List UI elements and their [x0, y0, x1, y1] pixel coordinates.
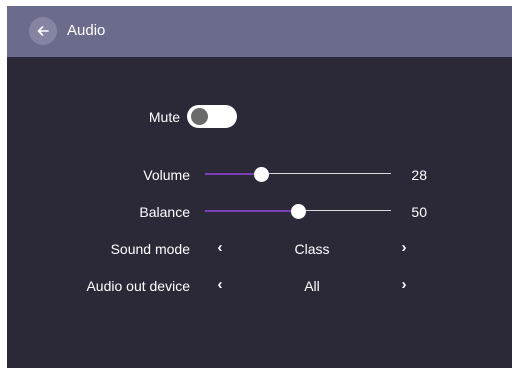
slider-fill: [205, 210, 298, 212]
mute-label: Mute: [148, 109, 180, 125]
audio-out-value: All: [304, 278, 320, 294]
toggle-knob: [191, 108, 208, 125]
slider-fill: [205, 173, 261, 175]
sound-mode-value: Class: [294, 241, 330, 257]
sound-mode-label: Sound mode: [110, 241, 190, 257]
balance-label: Balance: [139, 204, 190, 220]
slider-thumb[interactable]: [253, 167, 269, 182]
arrow-left-icon: [37, 26, 49, 36]
audio-out-label: Audio out device: [86, 278, 190, 294]
slider-thumb[interactable]: [291, 204, 306, 219]
mute-toggle[interactable]: [187, 105, 237, 128]
volume-value: 28: [411, 167, 427, 183]
header-bar: Audio: [7, 6, 512, 57]
back-button[interactable]: [29, 17, 57, 45]
audio-settings-panel: Audio Mute Volume 28 Balance 50 Sound mo…: [7, 6, 512, 368]
sound-mode-next-button[interactable]: ›: [397, 239, 411, 256]
page-title: Audio: [67, 22, 106, 39]
volume-slider[interactable]: [205, 167, 391, 182]
audio-out-prev-button[interactable]: ‹: [213, 276, 227, 293]
volume-label: Volume: [143, 167, 190, 183]
sound-mode-prev-button[interactable]: ‹: [213, 239, 227, 256]
balance-slider[interactable]: [205, 204, 391, 219]
audio-out-next-button[interactable]: ›: [397, 276, 411, 293]
balance-value: 50: [411, 204, 427, 220]
